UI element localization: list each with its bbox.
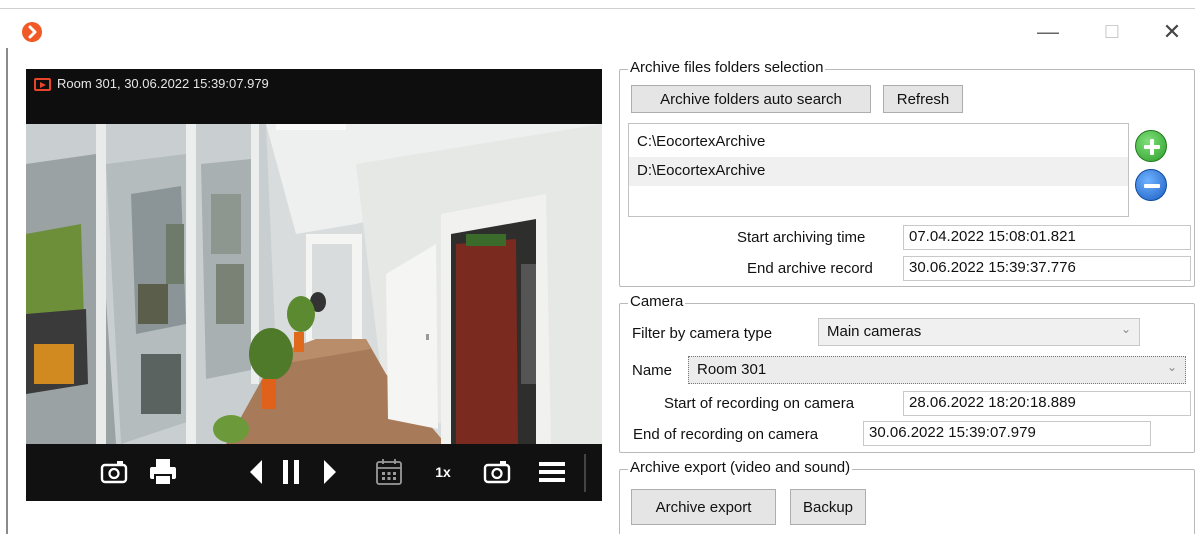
close-icon: ✕ bbox=[1162, 19, 1182, 44]
add-folder-button[interactable] bbox=[1135, 130, 1167, 162]
folder-list-item[interactable]: C:\EocortexArchive bbox=[629, 128, 1128, 157]
start-archiving-time-field[interactable]: 07.04.2022 15:08:01.821 bbox=[903, 225, 1191, 250]
video-header: Room 301, 30.06.2022 15:39:07.979 bbox=[26, 69, 602, 124]
maximize-button[interactable]: ☐ bbox=[1092, 18, 1132, 46]
snapshot-icon[interactable] bbox=[98, 456, 130, 488]
folder-list-item-selected[interactable]: D:\EocortexArchive bbox=[629, 157, 1128, 186]
start-archiving-time-label: Start archiving time bbox=[737, 229, 866, 246]
video-player[interactable]: Room 301, 30.06.2022 15:39:07.979 1x bbox=[26, 69, 602, 501]
refresh-button[interactable]: Refresh bbox=[883, 85, 963, 113]
filter-camera-type-value: Main cameras bbox=[827, 323, 922, 340]
end-archive-record-label: End archive record bbox=[747, 260, 873, 277]
minimize-button[interactable]: — bbox=[1028, 18, 1068, 46]
step-forward-icon[interactable] bbox=[318, 456, 340, 488]
camera-snapshot-icon[interactable] bbox=[480, 456, 514, 488]
chevron-down-icon: ⌄ bbox=[1166, 360, 1177, 374]
camera-name-value: Room 301 bbox=[697, 361, 767, 378]
filter-camera-type-label: Filter by camera type bbox=[632, 325, 773, 342]
archive-export-button[interactable]: Archive export bbox=[631, 489, 776, 525]
close-button[interactable]: ✕ bbox=[1152, 18, 1192, 46]
step-back-icon[interactable] bbox=[246, 456, 268, 488]
start-recording-label: Start of recording on camera bbox=[664, 395, 855, 412]
window-top-border bbox=[0, 8, 1195, 9]
camera-name-label: Name bbox=[632, 362, 673, 379]
filter-camera-type-select[interactable]: Main cameras ⌄ bbox=[818, 318, 1140, 346]
calendar-icon[interactable] bbox=[372, 456, 406, 488]
archive-folder-list[interactable]: C:\EocortexArchive D:\EocortexArchive bbox=[628, 123, 1129, 217]
archive-export-window: — ☐ ✕ Room 301, 30.06.2022 15:39:07.979 bbox=[0, 0, 1195, 534]
archive-folders-title: Archive files folders selection bbox=[628, 59, 826, 76]
backup-button[interactable]: Backup bbox=[790, 489, 866, 525]
playback-speed[interactable]: 1x bbox=[428, 456, 458, 488]
remove-folder-button[interactable] bbox=[1135, 169, 1167, 201]
end-archive-record-field[interactable]: 30.06.2022 15:39:37.776 bbox=[903, 256, 1191, 281]
camera-group-title: Camera bbox=[628, 293, 686, 310]
camera-frame-image bbox=[26, 124, 602, 444]
archive-export-title: Archive export (video and sound) bbox=[628, 459, 853, 476]
window-left-border bbox=[6, 48, 8, 534]
chevron-down-icon: ⌄ bbox=[1120, 322, 1131, 336]
archive-folders-auto-search-button[interactable]: Archive folders auto search bbox=[631, 85, 871, 113]
print-icon[interactable] bbox=[146, 456, 180, 488]
archive-playback-icon bbox=[34, 78, 51, 91]
minimize-icon: — bbox=[1037, 19, 1059, 44]
menu-icon[interactable] bbox=[536, 456, 568, 488]
camera-name-select[interactable]: Room 301 ⌄ bbox=[688, 356, 1186, 384]
start-recording-field[interactable]: 28.06.2022 18:20:18.889 bbox=[903, 391, 1191, 416]
pause-icon[interactable] bbox=[276, 456, 306, 488]
toolbar-divider bbox=[584, 454, 586, 492]
video-caption: Room 301, 30.06.2022 15:39:07.979 bbox=[57, 76, 269, 91]
end-recording-label: End of recording on camera bbox=[633, 426, 819, 443]
app-logo-icon bbox=[22, 22, 42, 42]
video-toolbar: 1x bbox=[26, 444, 602, 501]
end-recording-field[interactable]: 30.06.2022 15:39:07.979 bbox=[863, 421, 1151, 446]
maximize-icon: ☐ bbox=[1103, 21, 1121, 42]
